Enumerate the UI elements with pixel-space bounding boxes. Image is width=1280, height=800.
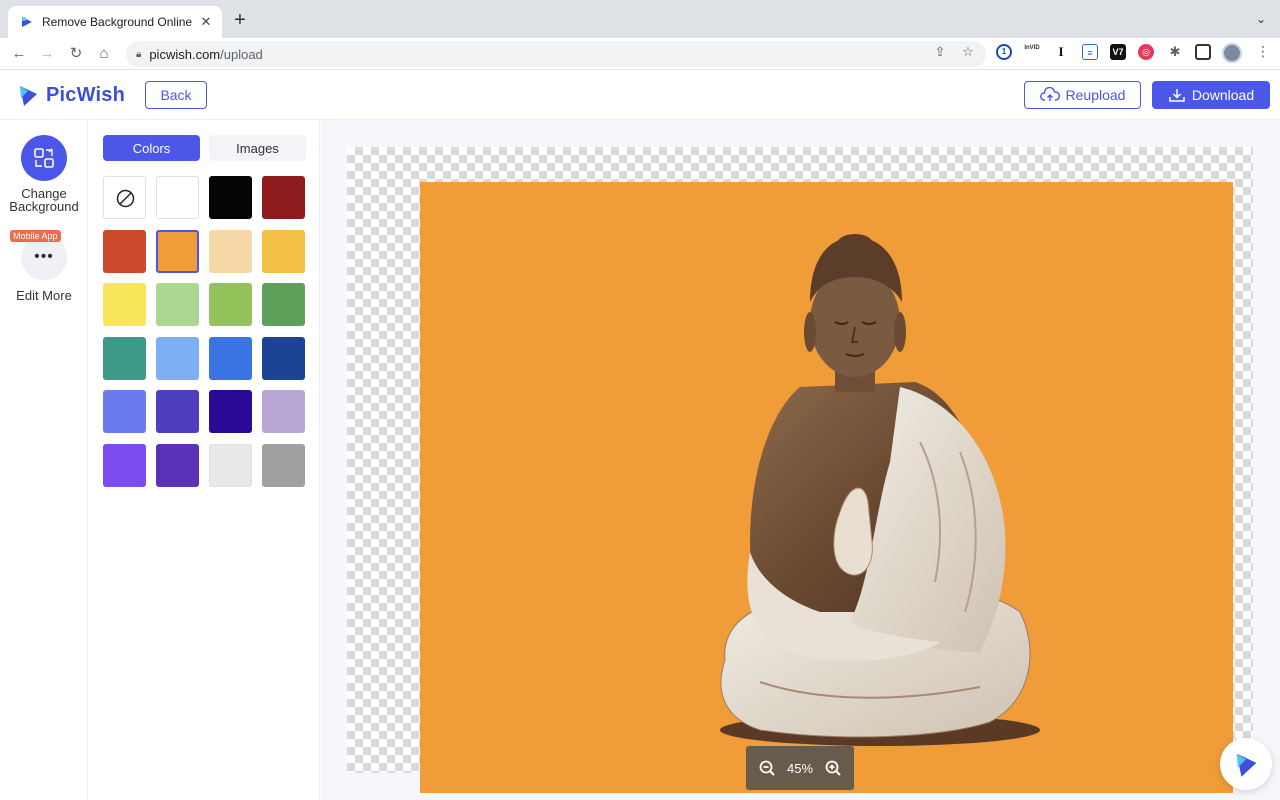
- ublock-icon[interactable]: ◎: [1138, 44, 1154, 60]
- buddha-statue-image: [720, 234, 1040, 746]
- canvas-area: 45%: [321, 120, 1280, 800]
- brand-name: PicWish: [46, 83, 126, 106]
- result-image: [420, 182, 1233, 793]
- browser-toolbar: ← → ↻ ⌂ 🔒︎ picwish.com/upload ⇪ ☆ 1 InVI…: [0, 38, 1280, 70]
- color-swatch[interactable]: [262, 443, 305, 487]
- color-swatch[interactable]: [209, 336, 252, 380]
- tab-colors[interactable]: Colors: [103, 135, 200, 161]
- no-background-icon: [116, 189, 135, 208]
- color-swatch[interactable]: [262, 336, 305, 380]
- reupload-label: Reupload: [1065, 87, 1126, 103]
- tool-rail: Change Background Mobile App ••• Edit Mo…: [0, 120, 88, 800]
- color-swatch[interactable]: [262, 176, 305, 219]
- picwish-logo-icon: [20, 86, 37, 106]
- color-swatch[interactable]: [156, 176, 199, 219]
- color-swatch[interactable]: [156, 229, 199, 273]
- zoom-control: 45%: [746, 746, 854, 790]
- color-swatch[interactable]: [156, 443, 199, 487]
- color-swatch[interactable]: [103, 229, 146, 273]
- color-swatch[interactable]: [156, 390, 199, 433]
- color-swatch[interactable]: [262, 229, 305, 273]
- invid-icon[interactable]: InVID: [1024, 44, 1040, 60]
- swatch-none[interactable]: [103, 176, 146, 219]
- mobile-app-badge: Mobile App: [10, 230, 61, 242]
- share-icon[interactable]: ⇪: [930, 42, 950, 62]
- edit-more-tool[interactable]: ••• Edit More: [0, 234, 88, 302]
- url-host: picwish.com: [149, 46, 221, 62]
- edit-more-label: Edit More: [16, 288, 72, 303]
- color-swatch[interactable]: [262, 283, 305, 326]
- color-swatch-grid: [103, 176, 305, 487]
- picwish-logo-icon: [1236, 753, 1257, 777]
- reader-icon[interactable]: ≡: [1082, 44, 1098, 60]
- chevron-down-icon[interactable]: ⌄: [1256, 12, 1266, 26]
- reload-icon[interactable]: ↻: [66, 44, 86, 64]
- assistant-button[interactable]: [1220, 738, 1272, 790]
- brand-logo[interactable]: PicWish: [16, 82, 125, 108]
- browser-tab[interactable]: Remove Background Online 10 ✕: [8, 6, 222, 38]
- instapaper-icon[interactable]: I: [1053, 44, 1069, 60]
- change-background-tool[interactable]: Change Background: [0, 135, 88, 213]
- tab-images[interactable]: Images: [209, 135, 306, 161]
- url-path: /upload: [220, 46, 263, 62]
- puzzle-icon[interactable]: ✱: [1167, 44, 1183, 60]
- browser-tabstrip: Remove Background Online 10 ✕ + ⌄: [0, 0, 1280, 38]
- v7-icon[interactable]: V7: [1110, 44, 1126, 60]
- lock-icon: 🔒︎: [136, 48, 142, 60]
- tab-title: Remove Background Online 10: [42, 15, 192, 29]
- transparency-checkerboard: [347, 147, 1253, 793]
- cloud-upload-icon: [1039, 87, 1060, 101]
- zoom-in-icon[interactable]: [825, 760, 841, 776]
- color-swatch[interactable]: [156, 283, 199, 326]
- address-bar[interactable]: 🔒︎ picwish.com/upload: [126, 41, 986, 67]
- color-swatch[interactable]: [209, 390, 252, 433]
- change-background-label: Change Background: [9, 186, 79, 214]
- color-swatch[interactable]: [209, 443, 252, 487]
- back-arrow-icon[interactable]: ←: [9, 44, 29, 64]
- change-background-icon: [21, 135, 67, 181]
- color-swatch[interactable]: [262, 390, 305, 433]
- zoom-out-icon[interactable]: [759, 760, 775, 776]
- color-swatch[interactable]: [209, 283, 252, 326]
- forward-arrow-icon[interactable]: →: [37, 44, 57, 64]
- color-swatch[interactable]: [103, 336, 146, 380]
- background-type-tabs: Colors Images: [103, 135, 306, 161]
- picwish-favicon-icon: [22, 17, 32, 27]
- home-icon[interactable]: ⌂: [94, 44, 114, 64]
- color-swatch[interactable]: [103, 443, 146, 487]
- zoom-level: 45%: [786, 760, 814, 776]
- color-swatch[interactable]: [103, 283, 146, 326]
- 1password-icon[interactable]: 1: [996, 44, 1012, 60]
- reupload-button[interactable]: Reupload: [1024, 81, 1141, 109]
- color-swatch[interactable]: [209, 229, 252, 273]
- app-header: PicWish Back Reupload Download: [0, 70, 1280, 120]
- close-tab-icon[interactable]: ✕: [198, 14, 214, 30]
- more-menu-icon[interactable]: ⋮: [1256, 43, 1270, 60]
- color-swatch[interactable]: [209, 176, 252, 219]
- new-tab-icon[interactable]: +: [230, 10, 250, 30]
- download-icon: [1169, 89, 1185, 102]
- back-button[interactable]: Back: [145, 81, 207, 109]
- bookmark-star-icon[interactable]: ☆: [958, 42, 978, 62]
- download-button[interactable]: Download: [1152, 81, 1270, 109]
- sidepanel-icon[interactable]: [1195, 44, 1211, 60]
- download-label: Download: [1191, 87, 1255, 103]
- color-swatch[interactable]: [103, 390, 146, 433]
- background-panel: Colors Images: [89, 120, 320, 800]
- profile-avatar[interactable]: [1222, 43, 1242, 63]
- color-swatch[interactable]: [156, 336, 199, 380]
